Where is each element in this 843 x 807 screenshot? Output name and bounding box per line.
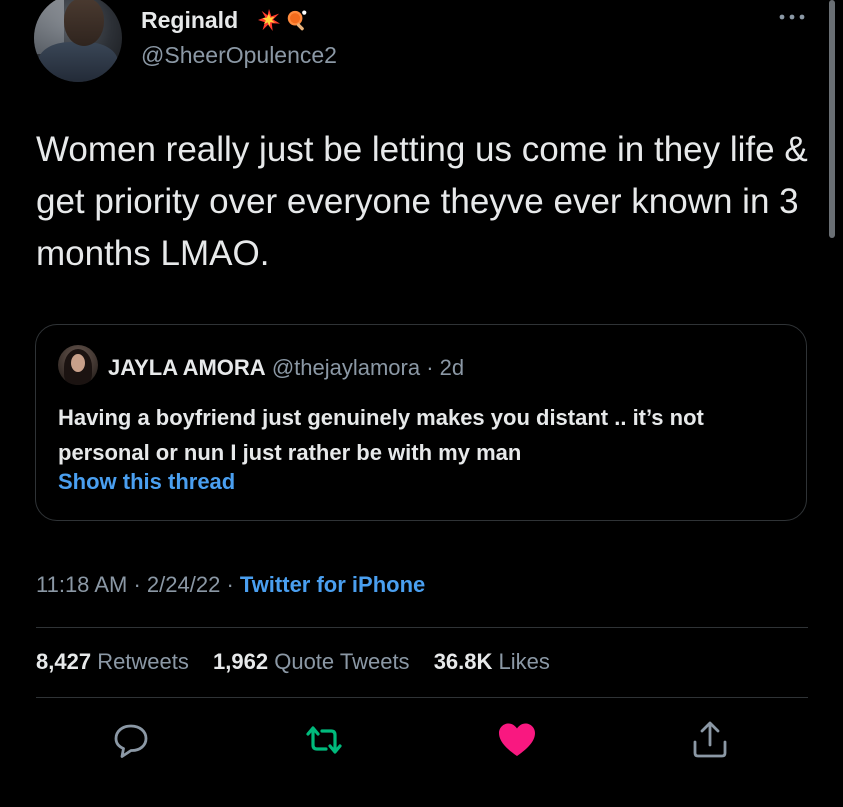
tweet-time[interactable]: 11:18 AM bbox=[36, 572, 127, 597]
author-display-name[interactable]: Reginald bbox=[141, 7, 238, 34]
likes-stat[interactable]: 36.8K Likes bbox=[434, 649, 568, 674]
retweets-label: Retweets bbox=[97, 649, 189, 674]
quoted-tweet-age: · 2d bbox=[426, 355, 465, 380]
divider bbox=[36, 697, 808, 698]
quote-tweets-label: Quote Tweets bbox=[274, 649, 410, 674]
quoted-author-handle[interactable]: @thejaylamora bbox=[272, 355, 420, 380]
quoted-tweet-text: Having a boyfriend just genuinely makes … bbox=[58, 405, 704, 465]
retweets-stat[interactable]: 8,427 Retweets bbox=[36, 649, 207, 674]
tweet-date[interactable]: 2/24/22 bbox=[147, 572, 220, 597]
tweet-source-link[interactable]: Twitter for iPhone bbox=[240, 572, 425, 597]
quoted-avatar-face bbox=[71, 354, 85, 372]
ping-pong-emoji-icon bbox=[287, 10, 307, 31]
author-avatar[interactable] bbox=[34, 0, 122, 82]
quoted-author-name[interactable]: JAYLA AMORA bbox=[108, 355, 266, 380]
quoted-author-avatar[interactable] bbox=[58, 345, 98, 385]
avatar-face bbox=[64, 0, 104, 46]
quote-tweets-stat[interactable]: 1,962 Quote Tweets bbox=[213, 649, 428, 674]
meta-separator: · bbox=[133, 572, 141, 597]
reply-icon bbox=[114, 724, 148, 758]
quote-tweets-count: 1,962 bbox=[213, 649, 269, 674]
tweet-timestamp-row: 11:18 AM · 2/24/22 · Twitter for iPhone bbox=[36, 572, 425, 598]
collision-emoji-icon bbox=[258, 9, 280, 31]
author-handle[interactable]: @SheerOpulence2 bbox=[141, 42, 337, 69]
more-options-icon[interactable] bbox=[778, 12, 806, 22]
avatar-body bbox=[38, 42, 118, 82]
retweet-icon bbox=[306, 726, 342, 754]
engagement-stats: 8,427 Retweets 1,962 Quote Tweets 36.8K … bbox=[36, 649, 568, 675]
share-button[interactable] bbox=[688, 718, 732, 762]
show-thread-link[interactable]: Show this thread bbox=[58, 469, 235, 495]
tweet-text: Women really just be letting us come in … bbox=[36, 130, 808, 273]
likes-label: Likes bbox=[498, 649, 550, 674]
quoted-tweet-card[interactable]: JAYLA AMORA @thejaylamora · 2d Having a … bbox=[35, 324, 807, 521]
retweets-count: 8,427 bbox=[36, 649, 92, 674]
scrollbar-thumb[interactable] bbox=[829, 0, 835, 238]
quoted-tweet-header: JAYLA AMORA @thejaylamora · 2d bbox=[108, 355, 464, 381]
likes-count: 36.8K bbox=[433, 649, 493, 674]
share-icon bbox=[693, 721, 727, 758]
meta-separator: · bbox=[226, 572, 234, 597]
reply-button[interactable] bbox=[109, 718, 153, 762]
retweet-button[interactable] bbox=[302, 718, 346, 762]
like-button[interactable] bbox=[495, 718, 539, 762]
divider bbox=[36, 627, 808, 628]
heart-icon bbox=[499, 723, 535, 756]
